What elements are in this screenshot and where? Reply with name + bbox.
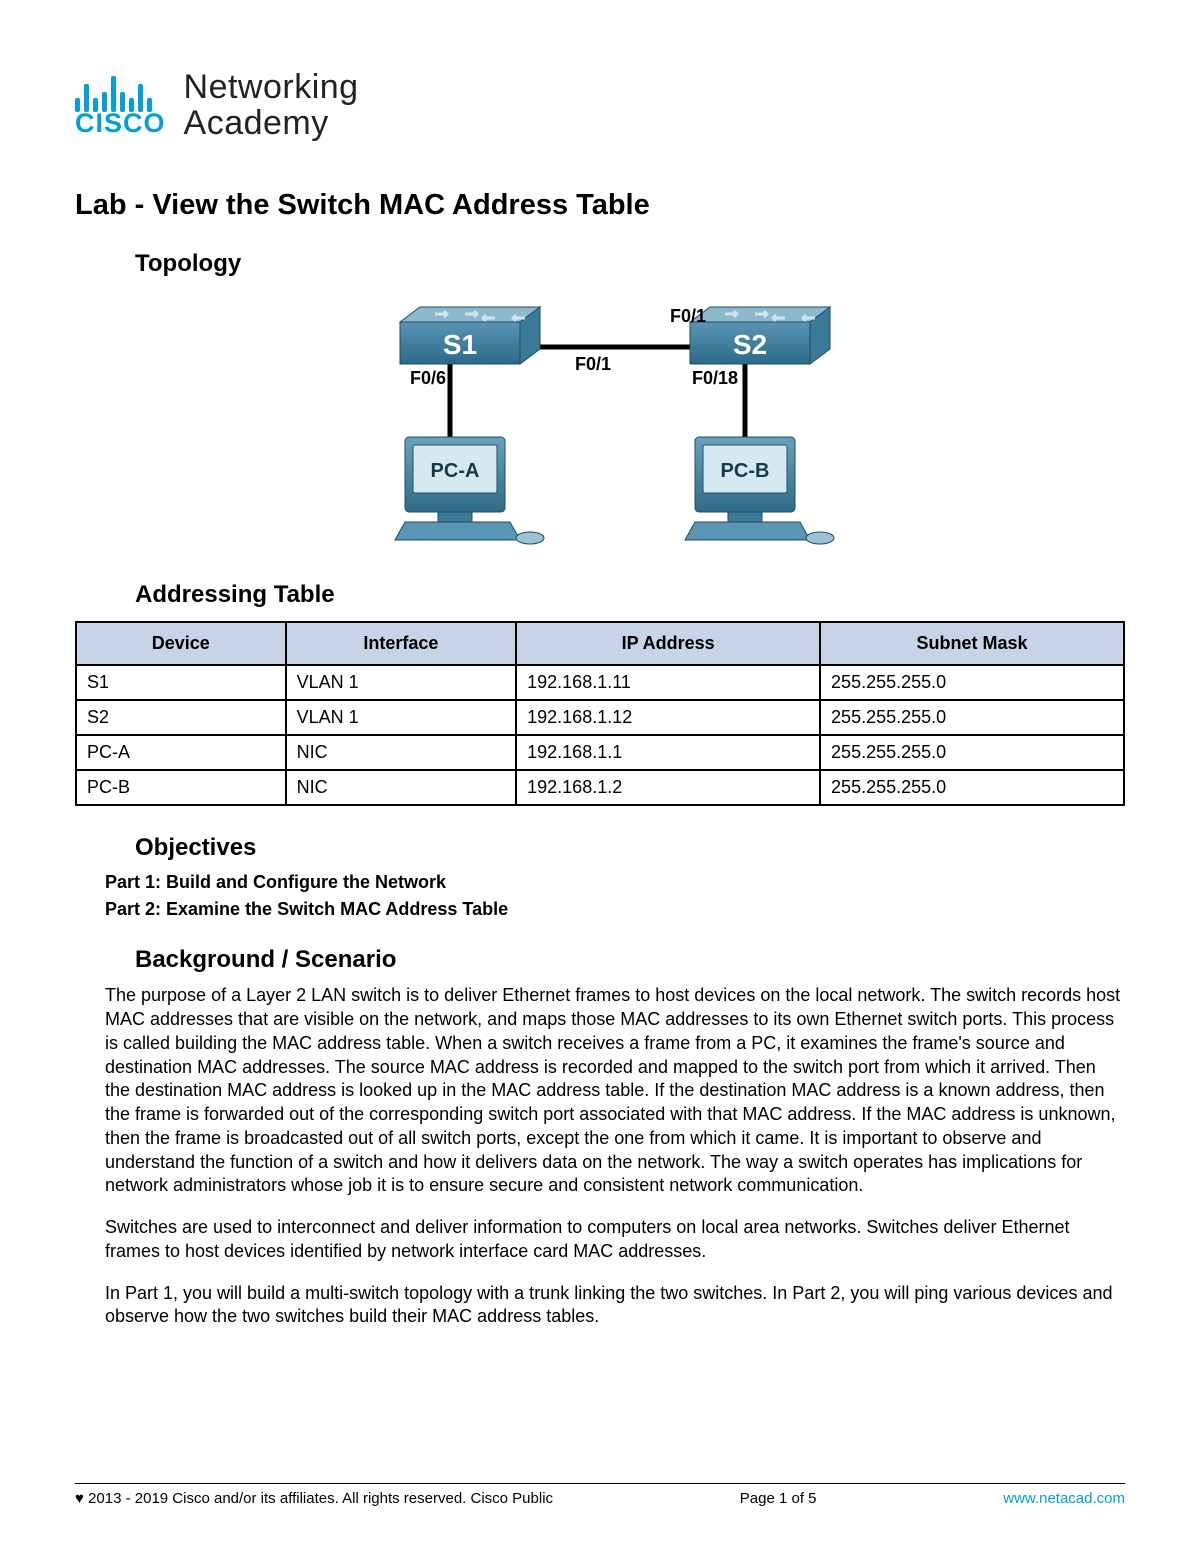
cell-device: S2 [76, 700, 286, 735]
background-p2: Switches are used to interconnect and de… [105, 1216, 1125, 1264]
logo-text: Networking Academy [184, 70, 359, 141]
cell-interface: NIC [286, 770, 517, 805]
cell-mask: 255.255.255.0 [820, 735, 1124, 770]
cell-device: S1 [76, 665, 286, 700]
table-row: S1 VLAN 1 192.168.1.11 255.255.255.0 [76, 665, 1124, 700]
port-f018-label: F0/18 [692, 368, 738, 388]
pc-b-icon: PC-B [685, 437, 834, 544]
port-f01a-label: F0/1 [575, 354, 611, 374]
cell-mask: 255.255.255.0 [820, 700, 1124, 735]
cell-interface: VLAN 1 [286, 665, 517, 700]
cell-mask: 255.255.255.0 [820, 770, 1124, 805]
topology-svg: S1 S2 PC-A [320, 292, 880, 552]
pc-b-label: PC-B [721, 460, 770, 482]
th-device: Device [76, 622, 286, 665]
switch-s1-icon: S1 [400, 307, 540, 364]
footer-copyright: ♥ 2013 - 2019 Cisco and/or its affiliate… [75, 1490, 553, 1507]
cell-interface: NIC [286, 735, 517, 770]
th-mask: Subnet Mask [820, 622, 1124, 665]
pc-a-label: PC-A [431, 460, 480, 482]
cisco-logo-block: CISCO Networking Academy [75, 70, 1125, 141]
objective-part2: Part 2: Examine the Switch MAC Address T… [105, 899, 1125, 920]
cell-ip: 192.168.1.1 [516, 735, 820, 770]
cell-ip: 192.168.1.12 [516, 700, 820, 735]
switch-s1-label: S1 [443, 329, 477, 360]
objectives-heading: Objectives [135, 834, 1125, 862]
background-p3: In Part 1, you will build a multi-switch… [105, 1282, 1125, 1330]
cell-ip: 192.168.1.11 [516, 665, 820, 700]
cell-interface: VLAN 1 [286, 700, 517, 735]
background-p1: The purpose of a Layer 2 LAN switch is t… [105, 984, 1125, 1198]
table-header-row: Device Interface IP Address Subnet Mask [76, 622, 1124, 665]
footer-link[interactable]: www.netacad.com [1003, 1490, 1125, 1507]
topology-heading: Topology [135, 250, 1125, 278]
page-title: Lab - View the Switch MAC Address Table [75, 189, 1125, 222]
cell-device: PC-B [76, 770, 286, 805]
topology-diagram: S1 S2 PC-A [75, 292, 1125, 557]
background-heading: Background / Scenario [135, 946, 1125, 974]
cisco-bars-icon [75, 72, 152, 112]
logo-line1: Networking [184, 70, 359, 106]
table-row: PC-B NIC 192.168.1.2 255.255.255.0 [76, 770, 1124, 805]
cisco-wordmark: CISCO [75, 108, 166, 139]
logo-line2: Academy [184, 106, 359, 142]
port-f01b-label: F0/1 [670, 306, 706, 326]
switch-s2-icon: S2 [690, 307, 830, 364]
cell-device: PC-A [76, 735, 286, 770]
th-ip: IP Address [516, 622, 820, 665]
cell-mask: 255.255.255.0 [820, 665, 1124, 700]
table-row: PC-A NIC 192.168.1.1 255.255.255.0 [76, 735, 1124, 770]
addressing-heading: Addressing Table [135, 581, 1125, 609]
footer-page: Page 1 of 5 [740, 1490, 817, 1507]
th-interface: Interface [286, 622, 517, 665]
switch-s2-label: S2 [733, 329, 767, 360]
cisco-mark: CISCO [75, 72, 166, 139]
objective-part1: Part 1: Build and Configure the Network [105, 872, 1125, 893]
pc-a-icon: PC-A [395, 437, 544, 544]
cell-ip: 192.168.1.2 [516, 770, 820, 805]
addressing-table: Device Interface IP Address Subnet Mask … [75, 621, 1125, 806]
port-f06-label: F0/6 [410, 368, 446, 388]
table-row: S2 VLAN 1 192.168.1.12 255.255.255.0 [76, 700, 1124, 735]
page-footer: ♥ 2013 - 2019 Cisco and/or its affiliate… [75, 1483, 1125, 1507]
